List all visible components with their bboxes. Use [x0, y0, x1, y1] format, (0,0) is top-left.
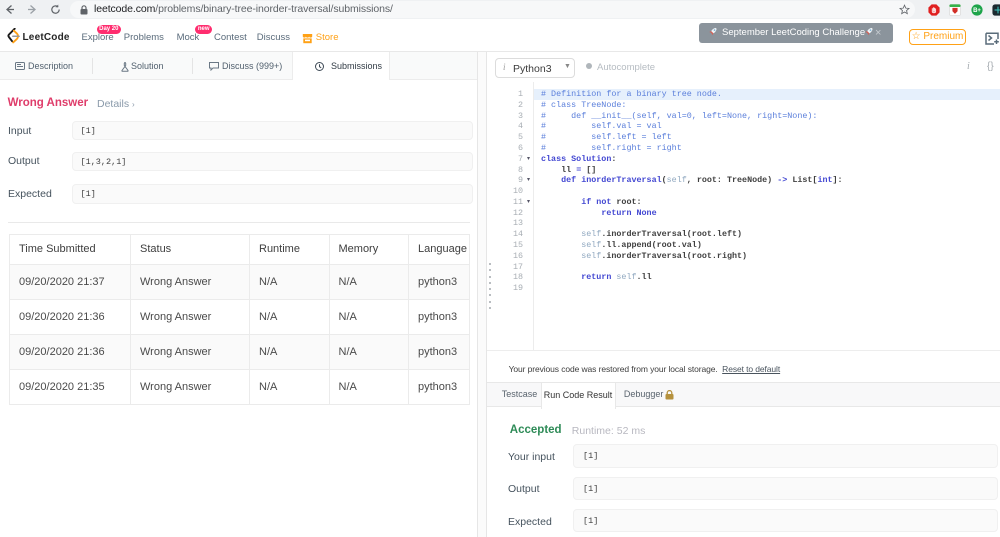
svg-text:B+: B+ — [973, 8, 981, 14]
